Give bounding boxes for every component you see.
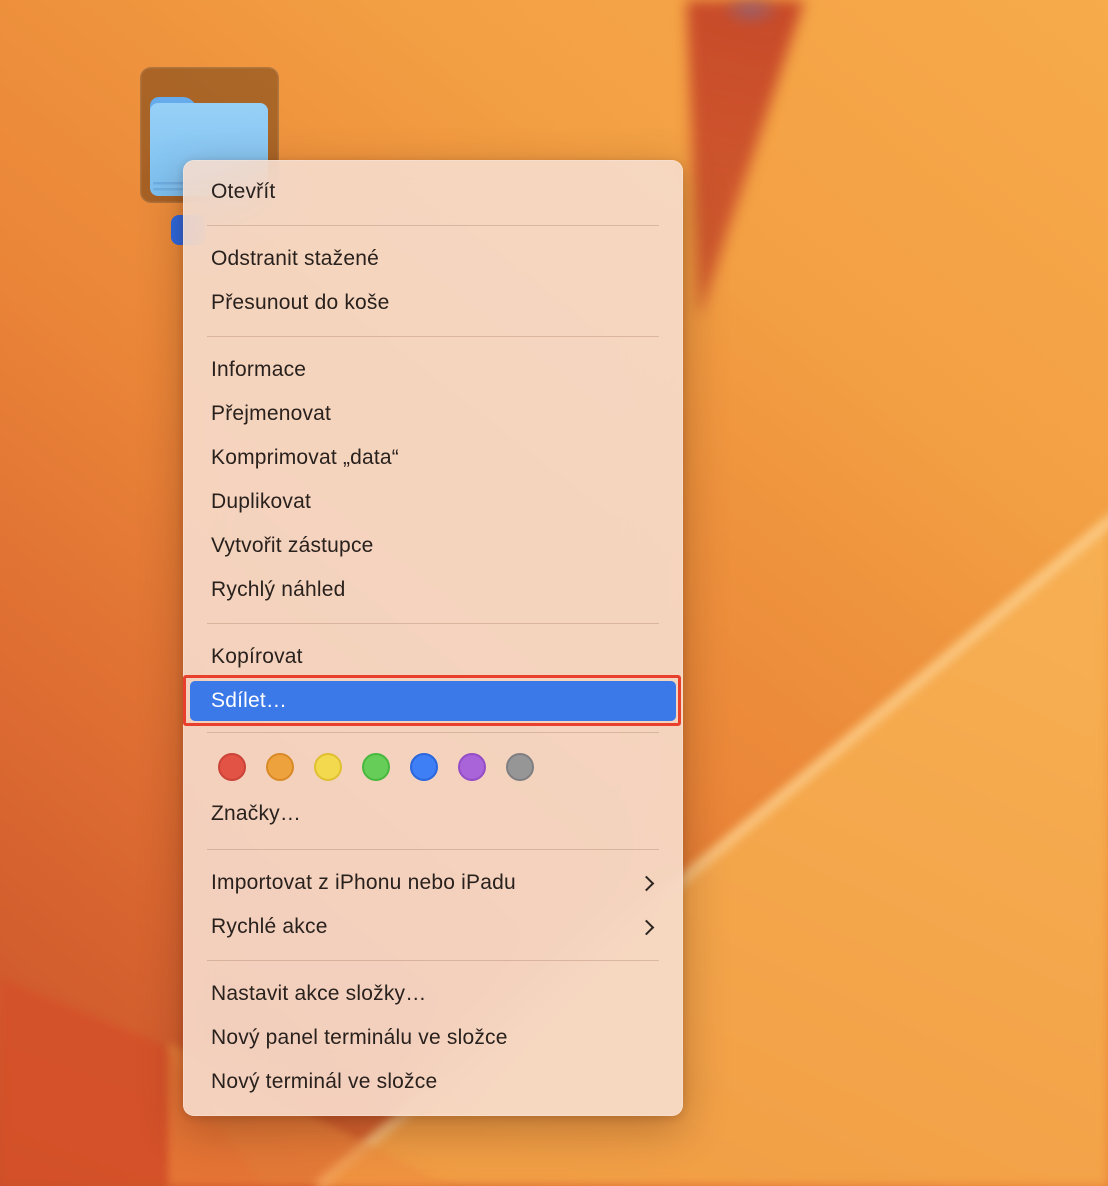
menu-item-label: Přesunout do koše bbox=[211, 291, 390, 314]
menu-item-label: Nový panel terminálu ve složce bbox=[211, 1026, 508, 1049]
menu-item-label: Nový terminál ve složce bbox=[211, 1070, 438, 1093]
menu-item-label: Přejmenovat bbox=[211, 402, 332, 425]
menu-item-duplicate[interactable]: Duplikovat bbox=[183, 480, 683, 524]
menu-item-tags[interactable]: Značky… bbox=[183, 790, 683, 838]
menu-item-label: Sdílet… bbox=[211, 689, 288, 712]
menu-item-copy[interactable]: Kopírovat bbox=[183, 635, 683, 679]
menu-item-label: Rychlé akce bbox=[211, 915, 328, 938]
menu-item-new-terminal-tab[interactable]: Nový panel terminálu ve složce bbox=[183, 1016, 683, 1060]
tag-yellow-button[interactable] bbox=[314, 753, 342, 781]
menu-item-label: Rychlý náhled bbox=[211, 578, 346, 601]
menu-item-quick-look[interactable]: Rychlý náhled bbox=[183, 568, 683, 612]
menu-item-remove-downloaded[interactable]: Odstranit stažené bbox=[183, 237, 683, 281]
tag-blue-button[interactable] bbox=[410, 753, 438, 781]
menu-divider bbox=[207, 225, 659, 226]
menu-item-compress[interactable]: Komprimovat „data“ bbox=[183, 436, 683, 480]
tag-purple-button[interactable] bbox=[458, 753, 486, 781]
wallpaper-smudge bbox=[720, 0, 782, 28]
menu-divider bbox=[207, 732, 659, 733]
menu-divider bbox=[207, 623, 659, 624]
menu-item-import-from-iphone[interactable]: Importovat z iPhonu nebo iPadu bbox=[183, 861, 683, 905]
menu-item-label: Značky… bbox=[211, 802, 302, 825]
tag-red-button[interactable] bbox=[218, 753, 246, 781]
menu-divider bbox=[207, 336, 659, 337]
menu-item-share[interactable]: Sdílet… bbox=[183, 675, 681, 726]
menu-divider bbox=[207, 849, 659, 850]
menu-item-label: Kopírovat bbox=[211, 645, 303, 668]
menu-item-label: Vytvořit zástupce bbox=[211, 534, 374, 557]
submenu-chevron-icon bbox=[638, 919, 655, 935]
menu-item-label: Otevřít bbox=[211, 180, 276, 203]
tag-orange-button[interactable] bbox=[266, 753, 294, 781]
tag-gray-button[interactable] bbox=[506, 753, 534, 781]
menu-item-make-alias[interactable]: Vytvořit zástupce bbox=[183, 524, 683, 568]
tag-green-button[interactable] bbox=[362, 753, 390, 781]
menu-item-open[interactable]: Otevřít bbox=[183, 170, 683, 214]
tag-color-row bbox=[183, 744, 683, 790]
menu-item-label: Duplikovat bbox=[211, 490, 312, 513]
menu-item-quick-actions[interactable]: Rychlé akce bbox=[183, 905, 683, 949]
menu-item-label: Odstranit stažené bbox=[211, 247, 379, 270]
menu-item-rename[interactable]: Přejmenovat bbox=[183, 392, 683, 436]
context-menu: Otevřít Odstranit stažené Přesunout do k… bbox=[183, 160, 683, 1116]
menu-item-label: Nastavit akce složky… bbox=[211, 982, 427, 1005]
desktop: Otevřít Odstranit stažené Přesunout do k… bbox=[0, 0, 1108, 1186]
menu-item-folder-actions-setup[interactable]: Nastavit akce složky… bbox=[183, 972, 683, 1016]
menu-divider bbox=[207, 960, 659, 961]
menu-item-new-terminal[interactable]: Nový terminál ve složce bbox=[183, 1060, 683, 1104]
menu-item-get-info[interactable]: Informace bbox=[183, 348, 683, 392]
menu-item-move-to-trash[interactable]: Přesunout do koše bbox=[183, 281, 683, 325]
menu-item-label: Komprimovat „data“ bbox=[211, 446, 399, 469]
submenu-chevron-icon bbox=[638, 875, 655, 891]
menu-item-label: Informace bbox=[211, 358, 307, 381]
menu-item-label: Importovat z iPhonu nebo iPadu bbox=[211, 871, 516, 894]
